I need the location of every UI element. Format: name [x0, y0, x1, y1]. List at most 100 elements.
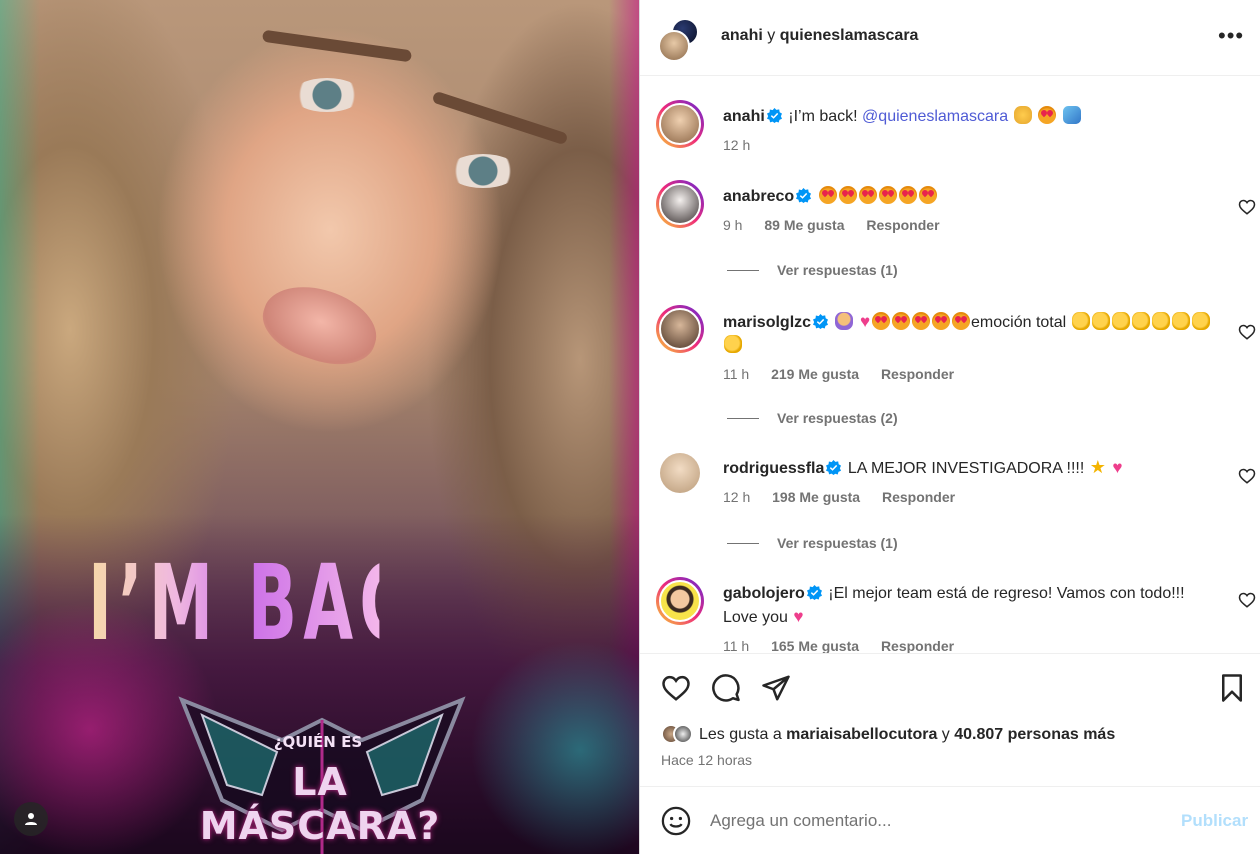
- media-decoration: [431, 90, 569, 146]
- like-heart-icon[interactable]: [661, 673, 691, 703]
- header-user-link[interactable]: anahi: [721, 27, 763, 44]
- woman-emoji-icon: [835, 312, 854, 330]
- likes-count-link[interactable]: 40.807 personas más: [954, 726, 1115, 743]
- comment-likes[interactable]: 165 Me gusta: [771, 638, 859, 653]
- bookmark-icon[interactable]: [1217, 673, 1247, 703]
- comment-time[interactable]: 12 h: [723, 137, 750, 153]
- media-decoration: [254, 273, 386, 377]
- heart-eyes-emoji-icon: [878, 186, 897, 204]
- likes-middle: y: [937, 726, 955, 743]
- avatar[interactable]: [656, 100, 704, 148]
- star-emoji-icon: ★: [1089, 457, 1106, 477]
- media-decoration: [292, 78, 362, 112]
- comment-text: ¡I’m back!: [788, 108, 863, 125]
- logo-text-top: ¿QUIÉN ES: [273, 733, 363, 751]
- heart-icon[interactable]: [1238, 323, 1256, 341]
- comment-time[interactable]: 11 h: [723, 366, 749, 382]
- heart-eyes-emoji-icon: [858, 186, 877, 204]
- view-replies-button[interactable]: Ver respuestas (1): [727, 262, 898, 278]
- heart-icon[interactable]: [1238, 591, 1256, 609]
- heart-eyes-emoji-icon: [892, 312, 911, 330]
- clap-emoji-icon: [1071, 312, 1090, 330]
- mention-link[interactable]: @quieneslamascara: [862, 108, 1008, 125]
- heart-eyes-emoji-icon: [952, 312, 971, 330]
- post-date[interactable]: Hace 12 horas: [661, 752, 752, 768]
- header-avatars[interactable]: [658, 18, 702, 62]
- masks-emoji-icon: [1062, 106, 1081, 124]
- comment-username[interactable]: gabolojero: [723, 585, 805, 602]
- heart-eyes-emoji-icon: [912, 312, 931, 330]
- avatar[interactable]: [656, 577, 704, 625]
- comment-icon[interactable]: [711, 673, 741, 703]
- post-media[interactable]: I’M BACK! ¿QUIÉN ES LA MÁSCARA?: [0, 0, 639, 854]
- comment-likes[interactable]: 89 Me gusta: [764, 217, 844, 233]
- share-icon[interactable]: [761, 673, 791, 703]
- header-user-link[interactable]: quieneslamascara: [780, 27, 919, 44]
- logo-text-main: LA MÁSCARA?: [199, 760, 441, 848]
- reply-button[interactable]: Responder: [881, 366, 954, 382]
- likes-prefix: Les gusta a: [699, 726, 787, 743]
- heart-eyes-emoji-icon: [918, 186, 937, 204]
- heart-eyes-emoji-icon: [838, 186, 857, 204]
- media-decoration: [261, 29, 413, 63]
- emoji-icon[interactable]: [661, 806, 691, 836]
- verified-badge-icon: [796, 188, 812, 203]
- heart-eyes-emoji-icon: [872, 312, 891, 330]
- comment-likes[interactable]: 219 Me gusta: [771, 366, 859, 382]
- likes-user-link[interactable]: mariaisabellocutora: [786, 726, 937, 743]
- comment-username[interactable]: anahi: [723, 108, 765, 125]
- comment-input[interactable]: Agrega un comentario...: [710, 811, 891, 831]
- verified-badge-icon: [766, 108, 782, 123]
- comment-time[interactable]: 9 h: [723, 217, 742, 233]
- heart-icon[interactable]: [1238, 467, 1256, 485]
- heart-icon[interactable]: [1238, 198, 1256, 216]
- pink-heart-emoji-icon: ♥: [793, 607, 804, 626]
- comment-username[interactable]: anabreco: [723, 188, 794, 205]
- tagged-users-button[interactable]: [14, 802, 48, 836]
- user-icon: [25, 813, 37, 825]
- clap-emoji-icon: [1191, 312, 1210, 330]
- comments-list[interactable]: anahi ¡I’m back! @quieneslamascara 12 h …: [640, 77, 1260, 654]
- action-bar: [640, 655, 1260, 711]
- post-header: anahi y quieneslamascara •••: [640, 0, 1260, 76]
- media-headline: I’M BACK!: [88, 542, 505, 664]
- avatar[interactable]: [656, 305, 704, 353]
- more-options-icon[interactable]: •••: [1218, 25, 1244, 47]
- view-replies-button[interactable]: Ver respuestas (1): [727, 535, 898, 551]
- avatar[interactable]: [656, 180, 704, 228]
- heart-hands-emoji-icon: [1013, 106, 1032, 124]
- comment-username[interactable]: marisolglzc: [723, 314, 811, 331]
- header-connector: y: [767, 27, 776, 44]
- comment-username[interactable]: rodriguessfla: [723, 460, 824, 477]
- reply-button[interactable]: Responder: [866, 217, 939, 233]
- heart-eyes-emoji-icon: [1038, 106, 1057, 124]
- pink-heart-emoji-icon: ♥: [859, 312, 871, 331]
- media-decoration: [448, 154, 518, 188]
- comment-time[interactable]: 11 h: [723, 638, 749, 653]
- publish-button[interactable]: Publicar: [1181, 811, 1248, 831]
- avatar[interactable]: [658, 30, 690, 62]
- comment-time[interactable]: 12 h: [723, 489, 750, 505]
- avatar[interactable]: [673, 724, 693, 744]
- clap-emoji-icon: [1171, 312, 1190, 330]
- heart-eyes-emoji-icon: [932, 312, 951, 330]
- avatar[interactable]: [660, 453, 700, 493]
- post-panel: anahi y quieneslamascara ••• anahi ¡I’m …: [639, 0, 1260, 854]
- view-replies-button[interactable]: Ver respuestas (2): [727, 410, 898, 426]
- clap-emoji-icon: [1131, 312, 1150, 330]
- reply-button[interactable]: Responder: [881, 638, 954, 653]
- comment-text: LA MEJOR INVESTIGADORA !!!!: [847, 460, 1089, 477]
- likes-summary: Les gusta a mariaisabellocutora y 40.807…: [661, 724, 1115, 744]
- header-usernames: anahi y quieneslamascara: [721, 27, 918, 45]
- heart-eyes-emoji-icon: [898, 186, 917, 204]
- heart-eyes-emoji-icon: [818, 186, 837, 204]
- clap-emoji-icon: [1091, 312, 1110, 330]
- pink-heart-emoji-icon: ♥: [1112, 458, 1123, 477]
- comment-text: emoción total: [971, 314, 1067, 331]
- verified-badge-icon: [826, 460, 842, 475]
- verified-badge-icon: [806, 585, 822, 600]
- reply-button[interactable]: Responder: [882, 489, 955, 505]
- comment-composer: Agrega un comentario... Publicar: [640, 786, 1260, 854]
- clap-emoji-icon: [724, 335, 742, 353]
- comment-likes[interactable]: 198 Me gusta: [772, 489, 860, 505]
